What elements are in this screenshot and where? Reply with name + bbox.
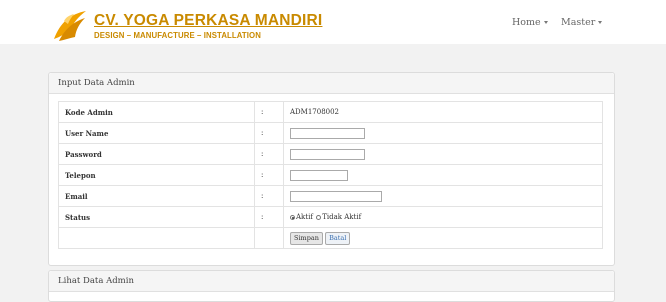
list-admin-panel: Lihat Data Admin bbox=[48, 270, 615, 302]
nav-home-dropdown[interactable]: Home bbox=[512, 17, 548, 28]
caret-down-icon bbox=[543, 21, 548, 24]
row-label: Status bbox=[58, 206, 255, 228]
logo-swoosh-icon bbox=[54, 11, 86, 41]
row-separator: : bbox=[254, 143, 284, 165]
status-tidak-aktif-radio[interactable] bbox=[316, 214, 322, 220]
row-label: Email bbox=[58, 185, 255, 207]
simpan-button[interactable]: Simpan bbox=[290, 231, 323, 245]
status-aktif-label: Aktif bbox=[296, 213, 313, 221]
status-tidak-aktif-label: Tidak Aktif bbox=[322, 213, 362, 221]
kode-admin-value: ADM1708002 bbox=[283, 101, 603, 123]
nav-master-dropdown[interactable]: Master bbox=[561, 17, 603, 28]
form-row: Password : bbox=[58, 143, 603, 165]
form-row: Telepon : bbox=[58, 164, 603, 186]
row-label: Telepon bbox=[58, 164, 255, 186]
row-separator: : bbox=[254, 206, 284, 228]
input-admin-panel: Input Data Admin Kode Admin : ADM1708002… bbox=[48, 72, 615, 266]
row-separator: : bbox=[254, 122, 284, 144]
panel-title: Input Data Admin bbox=[49, 73, 614, 94]
brand-title: CV. YOGA PERKASA MANDIRI bbox=[94, 12, 323, 29]
password-input[interactable] bbox=[290, 148, 365, 160]
row-separator: : bbox=[254, 101, 284, 123]
row-separator: : bbox=[254, 185, 284, 207]
batal-button[interactable]: Batal bbox=[325, 231, 351, 245]
brand-logo[interactable]: CV. YOGA PERKASA MANDIRI DESIGN – MANUFA… bbox=[50, 9, 322, 43]
caret-down-icon bbox=[598, 21, 603, 24]
status-aktif-radio[interactable] bbox=[290, 214, 295, 220]
form-row: User Name : bbox=[58, 122, 603, 144]
form-row: Email : bbox=[58, 185, 603, 207]
row-label: Kode Admin bbox=[58, 101, 255, 123]
nav-home-label: Home bbox=[512, 17, 541, 28]
username-input[interactable] bbox=[290, 127, 365, 139]
telepon-input[interactable] bbox=[290, 169, 348, 181]
brand-subtitle: DESIGN – MANUFACTURE – INSTALLATION bbox=[94, 31, 261, 40]
form-row: Status : Aktif Tidak Aktif bbox=[58, 206, 603, 228]
nav-master-label: Master bbox=[561, 17, 596, 28]
email-input[interactable] bbox=[290, 190, 382, 202]
navbar: CV. YOGA PERKASA MANDIRI DESIGN – MANUFA… bbox=[0, 0, 666, 44]
panel-title[interactable]: Lihat Data Admin bbox=[49, 271, 614, 292]
form-row: Simpan Batal bbox=[58, 227, 603, 249]
row-label: Password bbox=[58, 143, 255, 165]
row-label: User Name bbox=[58, 122, 255, 144]
form-row: Kode Admin : ADM1708002 bbox=[58, 101, 603, 123]
admin-form: Kode Admin : ADM1708002 User Name : Pass… bbox=[58, 101, 603, 249]
row-separator: : bbox=[254, 164, 284, 186]
